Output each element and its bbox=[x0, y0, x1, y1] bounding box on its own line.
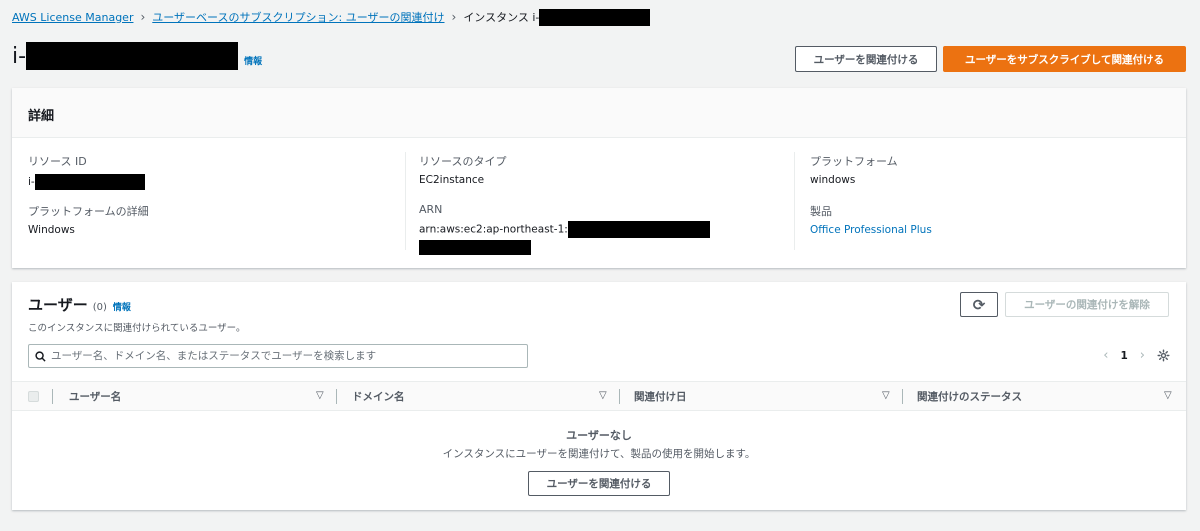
column-header-association-status[interactable]: 関連付けのステータス bbox=[917, 382, 1022, 411]
column-divider bbox=[52, 389, 53, 404]
breadcrumb-current: インスタンス i- bbox=[463, 11, 540, 24]
chevron-right-icon: › bbox=[451, 10, 457, 24]
field-product: 製品 Office Professional Plus bbox=[810, 203, 932, 236]
platform-label: プラットフォーム bbox=[810, 155, 898, 168]
field-arn: ARN arn:aws:ec2:ap-northeast-1: bbox=[419, 203, 710, 255]
column-divider bbox=[336, 389, 337, 404]
redacted-block bbox=[539, 8, 651, 26]
users-title: ユーザー bbox=[28, 296, 88, 314]
users-heading: ユーザー (0) 情報 bbox=[28, 294, 131, 315]
column-header-associated-date[interactable]: 関連付け日 bbox=[634, 382, 687, 411]
field-platform-details: プラットフォームの詳細 Windows bbox=[28, 203, 149, 236]
details-title: 詳細 bbox=[12, 88, 1186, 138]
column-divider bbox=[405, 152, 406, 250]
refresh-button[interactable]: ⟳ bbox=[960, 292, 998, 317]
empty-state-title: ユーザーなし bbox=[566, 429, 632, 442]
redacted-block bbox=[26, 42, 239, 70]
sort-down-icon[interactable]: ▽ bbox=[599, 390, 607, 401]
gear-icon[interactable] bbox=[1157, 349, 1170, 362]
arn-label: ARN bbox=[419, 203, 443, 216]
search-icon bbox=[35, 350, 46, 362]
field-platform: プラットフォーム windows bbox=[810, 153, 898, 186]
breadcrumb-user-association[interactable]: ユーザーベースのサブスクリプション: ユーザーの関連付け bbox=[152, 9, 444, 25]
chevron-left-icon[interactable]: ‹ bbox=[1103, 348, 1108, 363]
resource-id-text: i- bbox=[28, 176, 35, 188]
product-link[interactable]: Office Professional Plus bbox=[810, 224, 932, 236]
page-number[interactable]: 1 bbox=[1120, 350, 1127, 362]
empty-state-description: インスタンスにユーザーを関連付けて、製品の使用を開始します。 bbox=[442, 448, 756, 460]
column-divider bbox=[619, 389, 620, 404]
sort-down-icon[interactable]: ▽ bbox=[1164, 390, 1172, 401]
empty-associate-user-button[interactable]: ユーザーを関連付ける bbox=[528, 471, 670, 496]
column-divider bbox=[794, 152, 795, 250]
field-resource-id: リソース ID i- bbox=[28, 153, 145, 190]
column-divider bbox=[902, 389, 903, 404]
header-info-link[interactable]: 情報 bbox=[244, 54, 262, 67]
pagination: ‹ 1 › bbox=[1103, 348, 1170, 363]
arn-value: arn:aws:ec2:ap-northeast-1: bbox=[419, 221, 710, 238]
subscribe-associate-user-button[interactable]: ユーザーをサブスクライブして関連付ける bbox=[943, 46, 1186, 72]
users-description: このインスタンスに関連付けられているユーザー。 bbox=[28, 323, 246, 334]
chevron-right-icon[interactable]: › bbox=[1140, 348, 1145, 363]
platform-details-label: プラットフォームの詳細 bbox=[28, 205, 149, 218]
breadcrumb-license-manager[interactable]: AWS License Manager bbox=[12, 11, 133, 24]
platform-value: windows bbox=[810, 174, 856, 186]
breadcrumb: AWS License Manager › ユーザーベースのサブスクリプション:… bbox=[12, 8, 651, 26]
sort-down-icon[interactable]: ▽ bbox=[882, 390, 890, 401]
arn-text: arn:aws:ec2:ap-northeast-1: bbox=[419, 223, 568, 236]
instance-id-title: i- bbox=[12, 43, 27, 69]
users-count: (0) bbox=[92, 302, 107, 313]
platform-details-value: Windows bbox=[28, 224, 75, 236]
redacted-block bbox=[567, 221, 710, 238]
associate-user-button[interactable]: ユーザーを関連付ける bbox=[795, 46, 937, 72]
resource-id-value: i- bbox=[28, 174, 145, 190]
search-field[interactable] bbox=[28, 344, 528, 368]
field-resource-type: リソースのタイプ EC2instance bbox=[419, 153, 506, 186]
arn-value-continued bbox=[419, 240, 710, 255]
column-header-domain[interactable]: ドメイン名 bbox=[352, 382, 405, 411]
details-panel: 詳細 リソース ID i- プラットフォームの詳細 Windows リソースのタ… bbox=[12, 88, 1186, 268]
refresh-icon: ⟳ bbox=[972, 295, 986, 314]
product-label: 製品 bbox=[810, 205, 832, 218]
page-title: i- 情報 bbox=[12, 42, 262, 70]
redacted-block bbox=[419, 240, 531, 255]
users-panel: ユーザー (0) 情報 このインスタンスに関連付けられているユーザー。 ⟳ ユー… bbox=[12, 282, 1186, 510]
resource-id-label: リソース ID bbox=[28, 155, 87, 168]
users-info-link[interactable]: 情報 bbox=[113, 300, 131, 313]
disassociate-user-button[interactable]: ユーザーの関連付けを解除 bbox=[1005, 292, 1169, 317]
select-all-checkbox[interactable] bbox=[28, 391, 39, 402]
redacted-block bbox=[34, 174, 145, 190]
table-header: ユーザー名 ▽ ドメイン名 ▽ 関連付け日 ▽ 関連付けのステータス ▽ bbox=[12, 381, 1186, 411]
resource-type-value: EC2instance bbox=[419, 174, 485, 186]
sort-down-icon[interactable]: ▽ bbox=[316, 390, 324, 401]
column-header-username[interactable]: ユーザー名 bbox=[69, 382, 121, 411]
resource-type-label: リソースのタイプ bbox=[419, 155, 507, 168]
search-input[interactable] bbox=[51, 350, 511, 362]
chevron-right-icon: › bbox=[140, 10, 146, 24]
